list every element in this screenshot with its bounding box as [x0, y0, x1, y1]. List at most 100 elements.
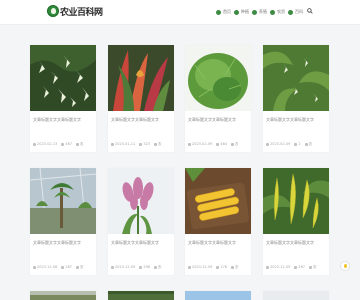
article-thumbnail[interactable] [263, 168, 329, 234]
site-title[interactable]: 农业百科网 [60, 5, 103, 18]
article-thumbnail[interactable] [263, 45, 329, 111]
user-icon [154, 265, 158, 269]
user-icon [76, 265, 80, 269]
article-card[interactable] [185, 291, 251, 300]
nav-label: 百科 [295, 9, 303, 14]
date-label: 2023-12-09 [111, 265, 135, 270]
article-thumbnail[interactable] [185, 291, 251, 300]
views-label: 267 [294, 265, 305, 270]
article-thumbnail[interactable] [185, 45, 251, 111]
article-card[interactable] [30, 291, 96, 300]
user-icon [231, 142, 235, 146]
article-card[interactable]: 文章标题文字文章标题文字 2023-12-08 287 农 [30, 168, 96, 275]
float-action-icon[interactable] [340, 261, 350, 271]
article-thumbnail[interactable] [108, 291, 174, 300]
article-card[interactable]: 文章标题文字文章标题文字 2023-02-09 464 农 [185, 45, 251, 152]
eye-icon [294, 265, 298, 269]
date-label: 2023-02-09 [266, 142, 290, 147]
nav-item-encyclopedia[interactable]: 百科 [288, 8, 303, 16]
article-meta: 2023-02-09 2 农 [266, 142, 326, 147]
supplies-icon [270, 9, 275, 15]
clock-icon [188, 265, 191, 269]
article-meta: 2023-02-13 467 农 [33, 142, 93, 147]
article-card[interactable]: 文章标题文字文章标题文字 2023-02-09 2 农 [263, 45, 329, 152]
leaf-icon [234, 9, 239, 15]
nav-item-breeding[interactable]: 养殖 [252, 8, 267, 16]
nav-item-planting[interactable]: 种植 [234, 8, 249, 16]
user-icon [231, 265, 235, 269]
clock-icon [266, 265, 269, 269]
clock-icon [33, 265, 36, 269]
article-title[interactable]: 文章标题文字文章标题文字 [188, 117, 248, 123]
article-meta: 2023-12-08 287 农 [33, 265, 93, 270]
user-icon [304, 142, 308, 146]
date-label: 2023-12-09 [188, 265, 212, 270]
nav-item-home[interactable]: 首页 [216, 8, 231, 16]
author-label: 农 [304, 142, 312, 147]
eye-icon [139, 265, 143, 269]
search-icon[interactable] [307, 8, 313, 14]
article-card[interactable]: 文章标题文字文章标题文字 2023-12-09 267 农 [263, 168, 329, 275]
article-card[interactable]: 文章标题文字文章标题文字 2023-01-11 323 农 [108, 45, 174, 152]
views-label: 287 [61, 265, 72, 270]
views-label: 464 [216, 142, 227, 147]
article-meta: 2023-12-09 296 农 [111, 265, 171, 270]
eye-icon [216, 142, 220, 146]
eye-icon [61, 142, 65, 146]
nav-label: 首页 [223, 9, 231, 14]
home-icon [216, 9, 221, 15]
article-title[interactable]: 文章标题文字文章标题文字 [111, 117, 171, 123]
article-title[interactable]: 文章标题文字文章标题文字 [266, 117, 326, 123]
views-label: 278 [216, 265, 227, 270]
views-label: 296 [139, 265, 150, 270]
article-thumbnail[interactable] [108, 168, 174, 234]
author-label: 农 [309, 265, 317, 270]
views-label: 467 [61, 142, 72, 147]
date-label: 2023-01-11 [111, 142, 135, 147]
user-icon [76, 142, 80, 146]
eye-icon [139, 142, 143, 146]
article-title[interactable]: 文章标题文字文章标题文字 [188, 240, 248, 246]
author-label: 农 [231, 265, 239, 270]
clock-icon [111, 265, 114, 269]
article-card[interactable]: 文章标题文字文章标题文字 2023-12-09 296 农 [108, 168, 174, 275]
article-thumbnail[interactable] [30, 45, 96, 111]
article-thumbnail[interactable] [185, 168, 251, 234]
article-thumbnail[interactable] [30, 291, 96, 300]
views-label: 2 [294, 142, 301, 147]
site-header: 农业百科网 首页 种植 养殖 农资 百科 [0, 0, 360, 25]
article-card[interactable]: 文章标题文字文章标题文字 2023-12-09 278 农 [185, 168, 251, 275]
clock-icon [33, 142, 36, 146]
site-logo-icon[interactable] [47, 5, 59, 17]
article-title[interactable]: 文章标题文字文章标题文字 [111, 240, 171, 246]
nav-label: 养殖 [259, 9, 267, 14]
article-meta: 2023-12-09 267 农 [266, 265, 326, 270]
article-card[interactable] [108, 291, 174, 300]
nav-label: 种植 [241, 9, 249, 14]
article-thumbnail[interactable] [263, 291, 329, 300]
animal-icon [252, 9, 257, 15]
eye-icon [216, 265, 220, 269]
article-card[interactable]: 文章标题文字文章标题文字 2023-02-13 467 农 [30, 45, 96, 152]
article-title[interactable]: 文章标题文字文章标题文字 [266, 240, 326, 246]
article-meta: 2023-02-09 464 农 [188, 142, 248, 147]
article-title[interactable]: 文章标题文字文章标题文字 [33, 240, 93, 246]
author-label: 农 [76, 265, 84, 270]
user-icon [309, 265, 313, 269]
book-icon [288, 9, 293, 15]
author-label: 农 [154, 142, 162, 147]
eye-icon [61, 265, 65, 269]
nav-label: 农资 [277, 9, 285, 14]
article-thumbnail[interactable] [108, 45, 174, 111]
clock-icon [266, 142, 269, 146]
article-card[interactable] [263, 291, 329, 300]
date-label: 2023-12-08 [33, 265, 57, 270]
nav-item-supplies[interactable]: 农资 [270, 8, 285, 16]
eye-icon [294, 142, 298, 146]
article-title[interactable]: 文章标题文字文章标题文字 [33, 117, 93, 123]
author-label: 农 [76, 142, 84, 147]
article-thumbnail[interactable] [30, 168, 96, 234]
article-meta: 2023-01-11 323 农 [111, 142, 171, 147]
author-label: 农 [231, 142, 239, 147]
date-label: 2023-02-09 [188, 142, 212, 147]
